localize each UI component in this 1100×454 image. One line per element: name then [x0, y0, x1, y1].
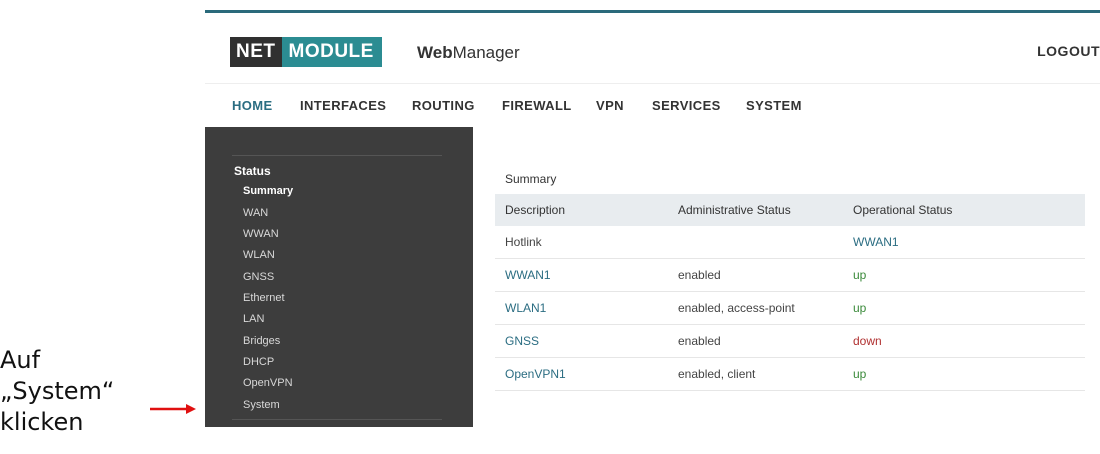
- instruction-annotation: Auf „System“ klicken: [0, 345, 200, 438]
- nav-interfaces[interactable]: INTERFACES: [300, 98, 386, 113]
- table-row: OpenVPN1 enabled, client up: [495, 358, 1085, 391]
- row-oper-status: up: [853, 367, 867, 381]
- row-description-link[interactable]: WWAN1: [505, 268, 551, 282]
- sidebar-section-status[interactable]: Status: [234, 164, 271, 178]
- sidebar-item-wan[interactable]: WAN: [243, 207, 268, 219]
- table-row: WLAN1 enabled, access-point up: [495, 292, 1085, 325]
- row-oper-status: down: [853, 334, 882, 348]
- annotation-line-1: Auf: [0, 346, 41, 374]
- sidebar-item-system[interactable]: System: [243, 399, 280, 411]
- sidebar-item-bridges[interactable]: Bridges: [243, 335, 280, 347]
- nav-vpn[interactable]: VPN: [596, 98, 624, 113]
- column-header-oper-status: Operational Status: [853, 203, 953, 217]
- row-admin-status: enabled: [678, 334, 721, 348]
- sidebar-item-gnss[interactable]: GNSS: [243, 271, 274, 283]
- table-row: WWAN1 enabled up: [495, 259, 1085, 292]
- row-oper-status: up: [853, 268, 867, 282]
- webmanager-title-bold: Web: [417, 43, 453, 62]
- logout-link[interactable]: LOGOUT: [1037, 43, 1100, 59]
- nav-services[interactable]: SERVICES: [652, 98, 721, 113]
- logo-net-text: NET: [230, 37, 282, 67]
- sidebar-divider: [232, 419, 442, 420]
- column-header-admin-status: Administrative Status: [678, 203, 791, 217]
- nav-home[interactable]: HOME: [232, 98, 273, 113]
- nav-routing[interactable]: ROUTING: [412, 98, 475, 113]
- sidebar-item-ethernet[interactable]: Ethernet: [243, 292, 285, 304]
- sidebar: Status Summary WAN WWAN WLAN GNSS Ethern…: [205, 127, 473, 427]
- row-description-link[interactable]: OpenVPN1: [505, 367, 566, 381]
- page-title: Summary: [505, 172, 557, 186]
- sidebar-item-summary[interactable]: Summary: [243, 185, 293, 197]
- column-header-description: Description: [505, 203, 566, 217]
- webmanager-title: WebManager: [417, 43, 520, 63]
- table-header: Description Administrative Status Operat…: [495, 194, 1085, 226]
- nav-firewall[interactable]: FIREWALL: [502, 98, 572, 113]
- sidebar-item-dhcp[interactable]: DHCP: [243, 356, 274, 368]
- header: NET MODULE WebManager LOGOUT: [205, 13, 1100, 83]
- row-description-link[interactable]: WLAN1: [505, 301, 546, 315]
- main-nav: HOME INTERFACES ROUTING FIREWALL VPN SER…: [205, 83, 1100, 128]
- sidebar-item-wlan[interactable]: WLAN: [243, 249, 275, 261]
- sidebar-item-lan[interactable]: LAN: [243, 313, 264, 325]
- row-admin-status: enabled, access-point: [678, 301, 795, 315]
- row-description-link[interactable]: GNSS: [505, 334, 539, 348]
- row-oper-status: up: [853, 301, 867, 315]
- logo-module-text: MODULE: [281, 37, 382, 67]
- row-admin-status: enabled, client: [678, 367, 756, 381]
- webmanager-window: NET MODULE WebManager LOGOUT HOME INTERF…: [205, 10, 1100, 454]
- webmanager-title-rest: Manager: [452, 43, 520, 62]
- row-description: Hotlink: [505, 235, 542, 249]
- table-row: Hotlink WWAN1: [495, 226, 1085, 259]
- table-row: GNSS enabled down: [495, 325, 1085, 358]
- row-admin-status: enabled: [678, 268, 721, 282]
- nav-system[interactable]: SYSTEM: [746, 98, 802, 113]
- sidebar-item-openvpn[interactable]: OpenVPN: [243, 377, 293, 389]
- sidebar-divider: [232, 155, 442, 156]
- red-arrow-icon: [150, 404, 196, 414]
- netmodule-logo[interactable]: NET MODULE: [230, 37, 382, 67]
- row-oper-status-link[interactable]: WWAN1: [853, 235, 899, 249]
- sidebar-item-wwan[interactable]: WWAN: [243, 228, 279, 240]
